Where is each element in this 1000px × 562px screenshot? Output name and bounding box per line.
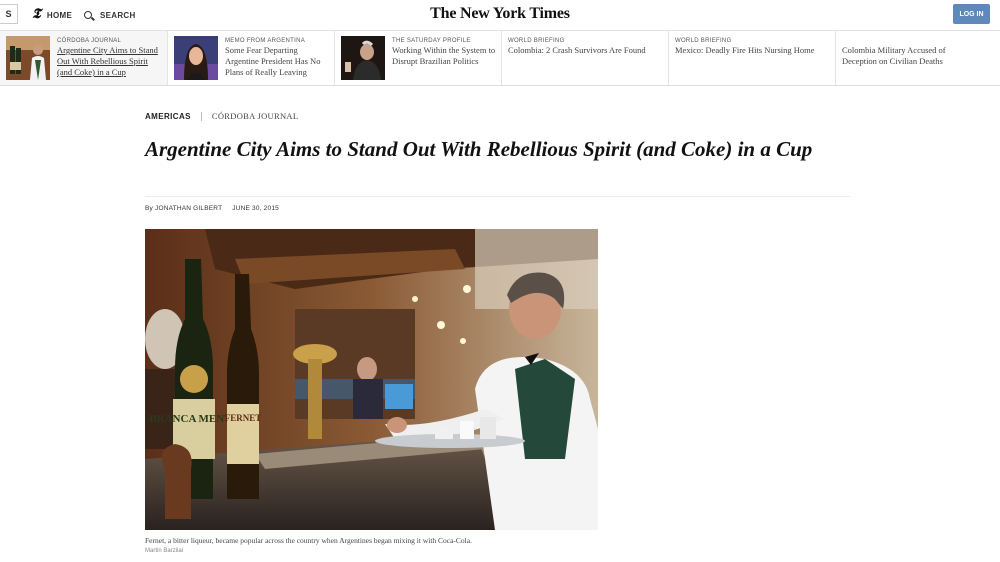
ribbon-kicker: WORLD BRIEFING (675, 38, 732, 44)
ribbon-kicker: THE SATURDAY PROFILE (392, 38, 471, 44)
story-ribbon: CÓRDOBA JOURNAL Argentine City Aims to S… (0, 31, 1000, 86)
ribbon-headline: Working Within the System to Disrupt Bra… (392, 45, 496, 66)
ribbon-headline: Mexico: Deadly Fire Hits Nursing Home (675, 45, 815, 55)
ribbon-item[interactable]: CÓRDOBA JOURNAL Argentine City Aims to S… (0, 31, 168, 85)
photo-credit: Martin Barzilai (145, 548, 184, 554)
ribbon-kicker: MEMO FROM ARGENTINA (225, 38, 306, 44)
photo-caption: Fernet, a bitter liqueur, became popular… (145, 536, 472, 545)
byline: By JONATHAN GILBERT JUNE 30, 2015 (145, 205, 287, 212)
section-labels: AMERICAS CÓRDOBA JOURNAL (145, 111, 298, 121)
headline-divider (145, 196, 850, 197)
ribbon-headline: Colombia: 2 Crash Survivors Are Found (508, 45, 646, 55)
section-link[interactable]: AMERICAS (145, 112, 191, 121)
article-headline: Argentine City Aims to Stand Out With Re… (145, 137, 813, 161)
ribbon-headline: Some Fear Departing Argentine President … (225, 45, 321, 77)
ribbon-thumbnail (6, 36, 50, 80)
ribbon-item[interactable]: MEMO FROM ARGENTINA Some Fear Departing … (168, 31, 335, 85)
ribbon-item[interactable]: WORLD BRIEFING Mexico: Deadly Fire Hits … (669, 31, 836, 85)
article-photo: BRANCA MENTA FERNET (145, 229, 598, 530)
top-bar: S 𝕿 HOME SEARCH The New York Times LOG I… (0, 0, 1000, 31)
ribbon-headline: Argentine City Aims to Stand Out With Re… (57, 45, 158, 77)
ribbon-headline: Colombia Military Accused of Deception o… (842, 45, 946, 66)
publish-date: JUNE 30, 2015 (232, 205, 279, 212)
ribbon-thumbnail (174, 36, 218, 80)
ribbon-item[interactable]: THE SATURDAY PROFILE Working Within the … (335, 31, 502, 85)
label-divider (200, 111, 202, 121)
masthead-logo[interactable]: The New York Times (0, 5, 1000, 23)
ribbon-item[interactable]: Colombia Military Accused of Deception o… (836, 31, 1000, 85)
ribbon-kicker: CÓRDOBA JOURNAL (57, 38, 122, 44)
author-byline[interactable]: By JONATHAN GILBERT (145, 205, 222, 212)
ribbon-kicker: WORLD BRIEFING (508, 38, 565, 44)
subsection-link[interactable]: CÓRDOBA JOURNAL (212, 111, 298, 121)
ribbon-thumbnail (341, 36, 385, 80)
ribbon-item[interactable]: WORLD BRIEFING Colombia: 2 Crash Survivo… (502, 31, 669, 85)
bottle-label-2: FERNET (225, 413, 262, 423)
login-button[interactable]: LOG IN (953, 4, 990, 24)
